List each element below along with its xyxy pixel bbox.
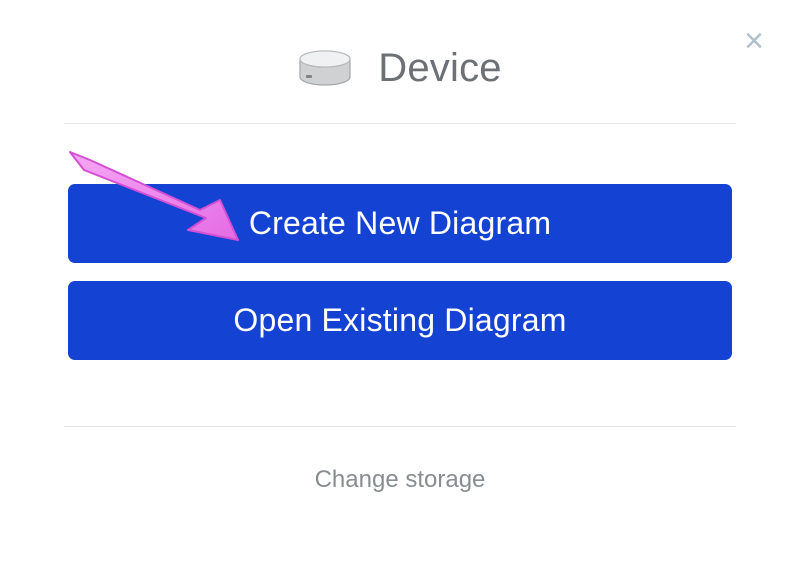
modal-header: Device — [0, 0, 800, 123]
modal-title: Device — [378, 46, 501, 91]
create-new-diagram-button[interactable]: Create New Diagram — [68, 184, 732, 263]
button-stack: Create New Diagram Open Existing Diagram — [0, 124, 800, 360]
open-existing-diagram-button[interactable]: Open Existing Diagram — [68, 281, 732, 360]
drive-icon — [298, 49, 352, 89]
modal-footer: Change storage — [0, 427, 800, 495]
close-icon: × — [744, 22, 764, 60]
change-storage-link[interactable]: Change storage — [309, 465, 492, 495]
storage-modal: × Device Create New Diagram Open Existin… — [0, 0, 800, 569]
close-button[interactable]: × — [744, 24, 764, 58]
